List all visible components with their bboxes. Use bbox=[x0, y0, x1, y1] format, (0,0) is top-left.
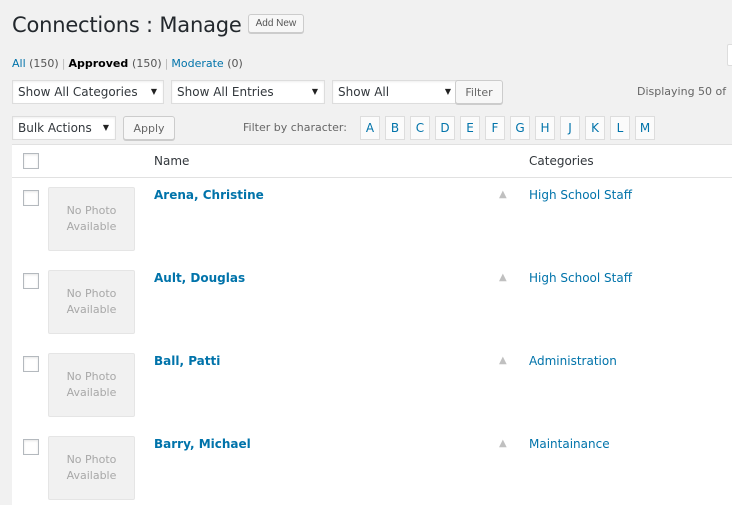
letter-filter-j[interactable]: J bbox=[560, 116, 580, 140]
entry-name-link[interactable]: Ault, Douglas bbox=[154, 271, 245, 285]
row-checkbox[interactable] bbox=[23, 356, 39, 372]
table-row: No Photo Available Ault, Douglas ▲ High S… bbox=[12, 263, 732, 346]
add-new-button[interactable]: Add New bbox=[247, 13, 305, 33]
apply-button[interactable]: Apply bbox=[123, 116, 175, 140]
no-photo-placeholder: No Photo Available bbox=[48, 436, 135, 500]
entry-category-link[interactable]: Maintainance bbox=[529, 437, 610, 451]
select-all-checkbox[interactable] bbox=[23, 153, 39, 169]
row-checkbox[interactable] bbox=[23, 439, 39, 455]
row-checkbox[interactable] bbox=[23, 273, 39, 289]
table-row: No Photo Available Ball, Patti ▲ Administ… bbox=[12, 346, 732, 429]
letter-filter-m[interactable]: M bbox=[635, 116, 655, 140]
triangle-up-icon: ▲ bbox=[499, 355, 507, 366]
caret-down-icon: ▼ bbox=[102, 123, 109, 132]
entry-category-link[interactable]: High School Staff bbox=[529, 188, 632, 202]
entries-select[interactable]: Show All Entries ▼ bbox=[171, 80, 325, 104]
letter-filter-l[interactable]: L bbox=[610, 116, 630, 140]
entry-name-link[interactable]: Ball, Patti bbox=[154, 354, 220, 368]
no-photo-placeholder: No Photo Available bbox=[48, 353, 135, 417]
caret-down-icon: ▼ bbox=[150, 87, 157, 96]
letter-filter-d[interactable]: D bbox=[435, 116, 455, 140]
entry-category-link[interactable]: Administration bbox=[529, 354, 617, 368]
character-filter: A B C D E F G H J K L M bbox=[360, 116, 660, 140]
category-select[interactable]: Show All Categories ▼ bbox=[12, 80, 164, 104]
visibility-select[interactable]: Show All ▼ bbox=[332, 80, 458, 104]
triangle-up-icon: ▲ bbox=[499, 189, 507, 200]
status-filter-links: All (150) | Approved (150) | Moderate (0) bbox=[12, 57, 243, 70]
displaying-count: Displaying 50 of bbox=[637, 85, 727, 98]
entry-name-link[interactable]: Arena, Christine bbox=[154, 188, 264, 202]
letter-filter-k[interactable]: K bbox=[585, 116, 605, 140]
letter-filter-c[interactable]: C bbox=[410, 116, 430, 140]
letter-filter-f[interactable]: F bbox=[485, 116, 505, 140]
connections-table: Name Categories No Photo Available Arena,… bbox=[12, 144, 732, 505]
letter-filter-b[interactable]: B bbox=[385, 116, 405, 140]
no-photo-placeholder: No Photo Available bbox=[48, 187, 135, 251]
table-header: Name Categories bbox=[12, 145, 732, 178]
caret-down-icon: ▼ bbox=[444, 87, 451, 96]
search-input[interactable] bbox=[727, 44, 732, 66]
column-header-name[interactable]: Name bbox=[154, 154, 189, 168]
table-row: No Photo Available Arena, Christine ▲ Hig… bbox=[12, 180, 732, 263]
table-row: No Photo Available Barry, Michael ▲ Maint… bbox=[12, 429, 732, 505]
entry-name-link[interactable]: Barry, Michael bbox=[154, 437, 251, 451]
page-header: Connections : Manage Add New bbox=[12, 13, 305, 37]
letter-filter-e[interactable]: E bbox=[460, 116, 480, 140]
caret-down-icon: ▼ bbox=[311, 87, 318, 96]
letter-filter-g[interactable]: G bbox=[510, 116, 530, 140]
page-title: Connections : Manage bbox=[12, 13, 242, 37]
triangle-up-icon: ▲ bbox=[499, 438, 507, 449]
filter-by-character-label: Filter by character: bbox=[243, 121, 347, 134]
triangle-up-icon: ▲ bbox=[499, 272, 507, 283]
column-header-categories: Categories bbox=[529, 154, 594, 168]
entry-category-link[interactable]: High School Staff bbox=[529, 271, 632, 285]
no-photo-placeholder: No Photo Available bbox=[48, 270, 135, 334]
status-link-moderate[interactable]: Moderate (0) bbox=[171, 57, 242, 70]
status-link-all[interactable]: All (150) bbox=[12, 57, 59, 70]
status-link-approved[interactable]: Approved (150) bbox=[68, 57, 161, 70]
bulk-actions-bar: Bulk Actions ▼ Apply Filter by character:… bbox=[12, 116, 732, 140]
filters-bar: Show All Categories ▼ Show All Entries ▼ S… bbox=[12, 80, 732, 104]
filter-button[interactable]: Filter bbox=[455, 80, 503, 104]
letter-filter-h[interactable]: H bbox=[535, 116, 555, 140]
row-checkbox[interactable] bbox=[23, 190, 39, 206]
bulk-actions-select[interactable]: Bulk Actions ▼ bbox=[12, 116, 116, 140]
letter-filter-a[interactable]: A bbox=[360, 116, 380, 140]
